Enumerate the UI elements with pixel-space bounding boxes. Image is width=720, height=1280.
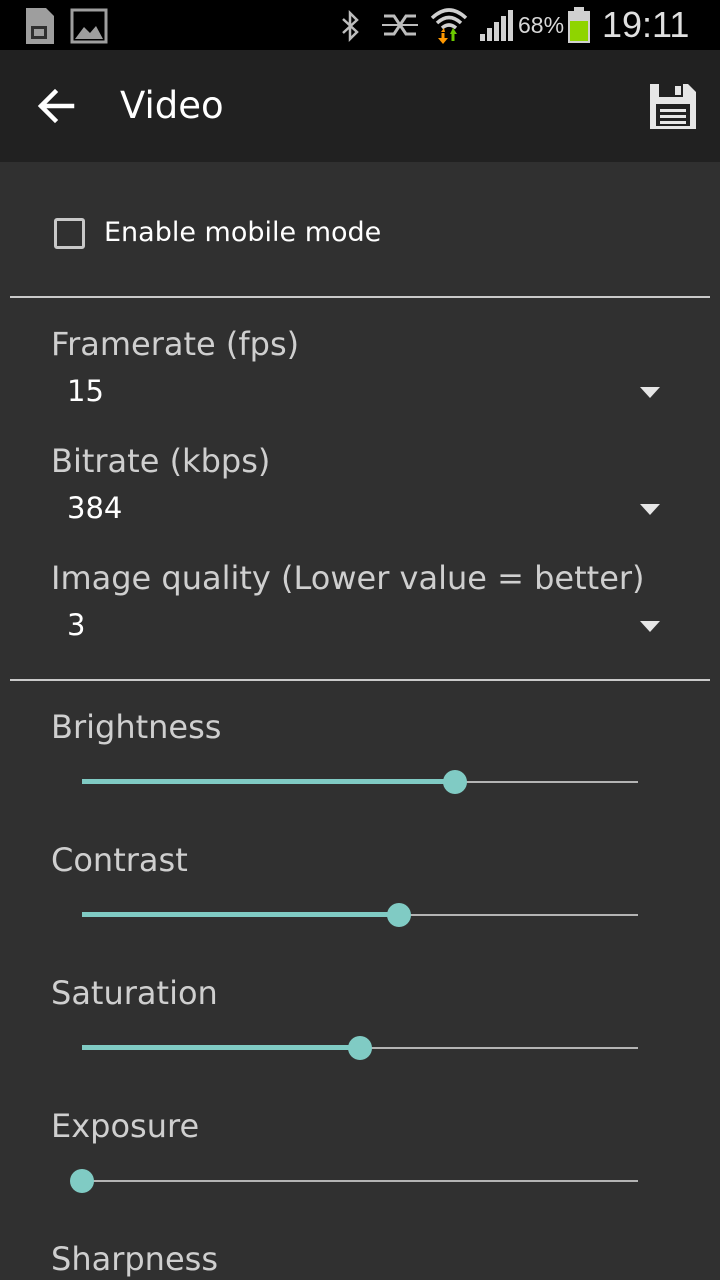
slider-fill <box>82 912 399 917</box>
page-title: Video <box>120 84 224 127</box>
image-quality-value: 3 <box>67 608 86 642</box>
signal-icon <box>480 10 513 41</box>
floppy-disk-icon <box>650 84 696 129</box>
saturation-slider[interactable] <box>70 1028 650 1068</box>
dropdown-arrow-icon <box>640 621 660 632</box>
wifi-icon <box>430 8 468 44</box>
nfc-icon <box>382 14 418 36</box>
sharpness-label: Sharpness <box>51 1240 218 1278</box>
image-icon <box>70 8 108 44</box>
dropdown-arrow-icon <box>640 387 660 398</box>
divider <box>10 296 710 298</box>
slider-fill <box>82 779 455 784</box>
contrast-label: Contrast <box>51 841 188 879</box>
bitrate-value: 384 <box>67 491 123 525</box>
divider <box>10 679 710 681</box>
mobile-mode-label: Enable mobile mode <box>104 217 382 248</box>
slider-thumb[interactable] <box>442 770 467 794</box>
mobile-mode-checkbox[interactable] <box>54 218 85 249</box>
bluetooth-icon <box>342 10 359 42</box>
status-bar: 68% 19:11 <box>0 0 720 50</box>
mobile-mode-checkbox-row[interactable]: Enable mobile mode <box>44 205 644 265</box>
framerate-label: Framerate (fps) <box>51 325 300 363</box>
clock: 19:11 <box>602 4 690 45</box>
battery-icon <box>568 7 590 43</box>
slider-fill <box>82 1045 360 1050</box>
slider-thumb[interactable] <box>386 903 411 927</box>
framerate-dropdown[interactable]: 15 <box>51 368 671 418</box>
app-bar: Video <box>0 50 720 162</box>
brightness-label: Brightness <box>51 708 222 746</box>
arrow-back-icon <box>37 88 75 124</box>
back-button[interactable] <box>24 72 92 140</box>
save-button[interactable] <box>638 72 706 140</box>
image-quality-label: Image quality (Lower value = better) <box>51 559 645 597</box>
image-quality-dropdown[interactable]: 3 <box>51 602 671 652</box>
framerate-value: 15 <box>67 374 104 408</box>
contrast-slider[interactable] <box>70 895 650 935</box>
slider-thumb[interactable] <box>70 1169 94 1193</box>
exposure-label: Exposure <box>51 1107 200 1145</box>
slider-thumb[interactable] <box>348 1036 372 1060</box>
dropdown-arrow-icon <box>640 504 660 515</box>
bitrate-label: Bitrate (kbps) <box>51 442 271 480</box>
slider-track <box>82 1180 638 1182</box>
exposure-slider[interactable] <box>70 1161 650 1201</box>
sim-card-icon <box>26 8 54 44</box>
brightness-slider[interactable] <box>70 762 650 802</box>
battery-percent: 68% <box>518 12 565 38</box>
bitrate-dropdown[interactable]: 384 <box>51 485 671 535</box>
saturation-label: Saturation <box>51 974 218 1012</box>
